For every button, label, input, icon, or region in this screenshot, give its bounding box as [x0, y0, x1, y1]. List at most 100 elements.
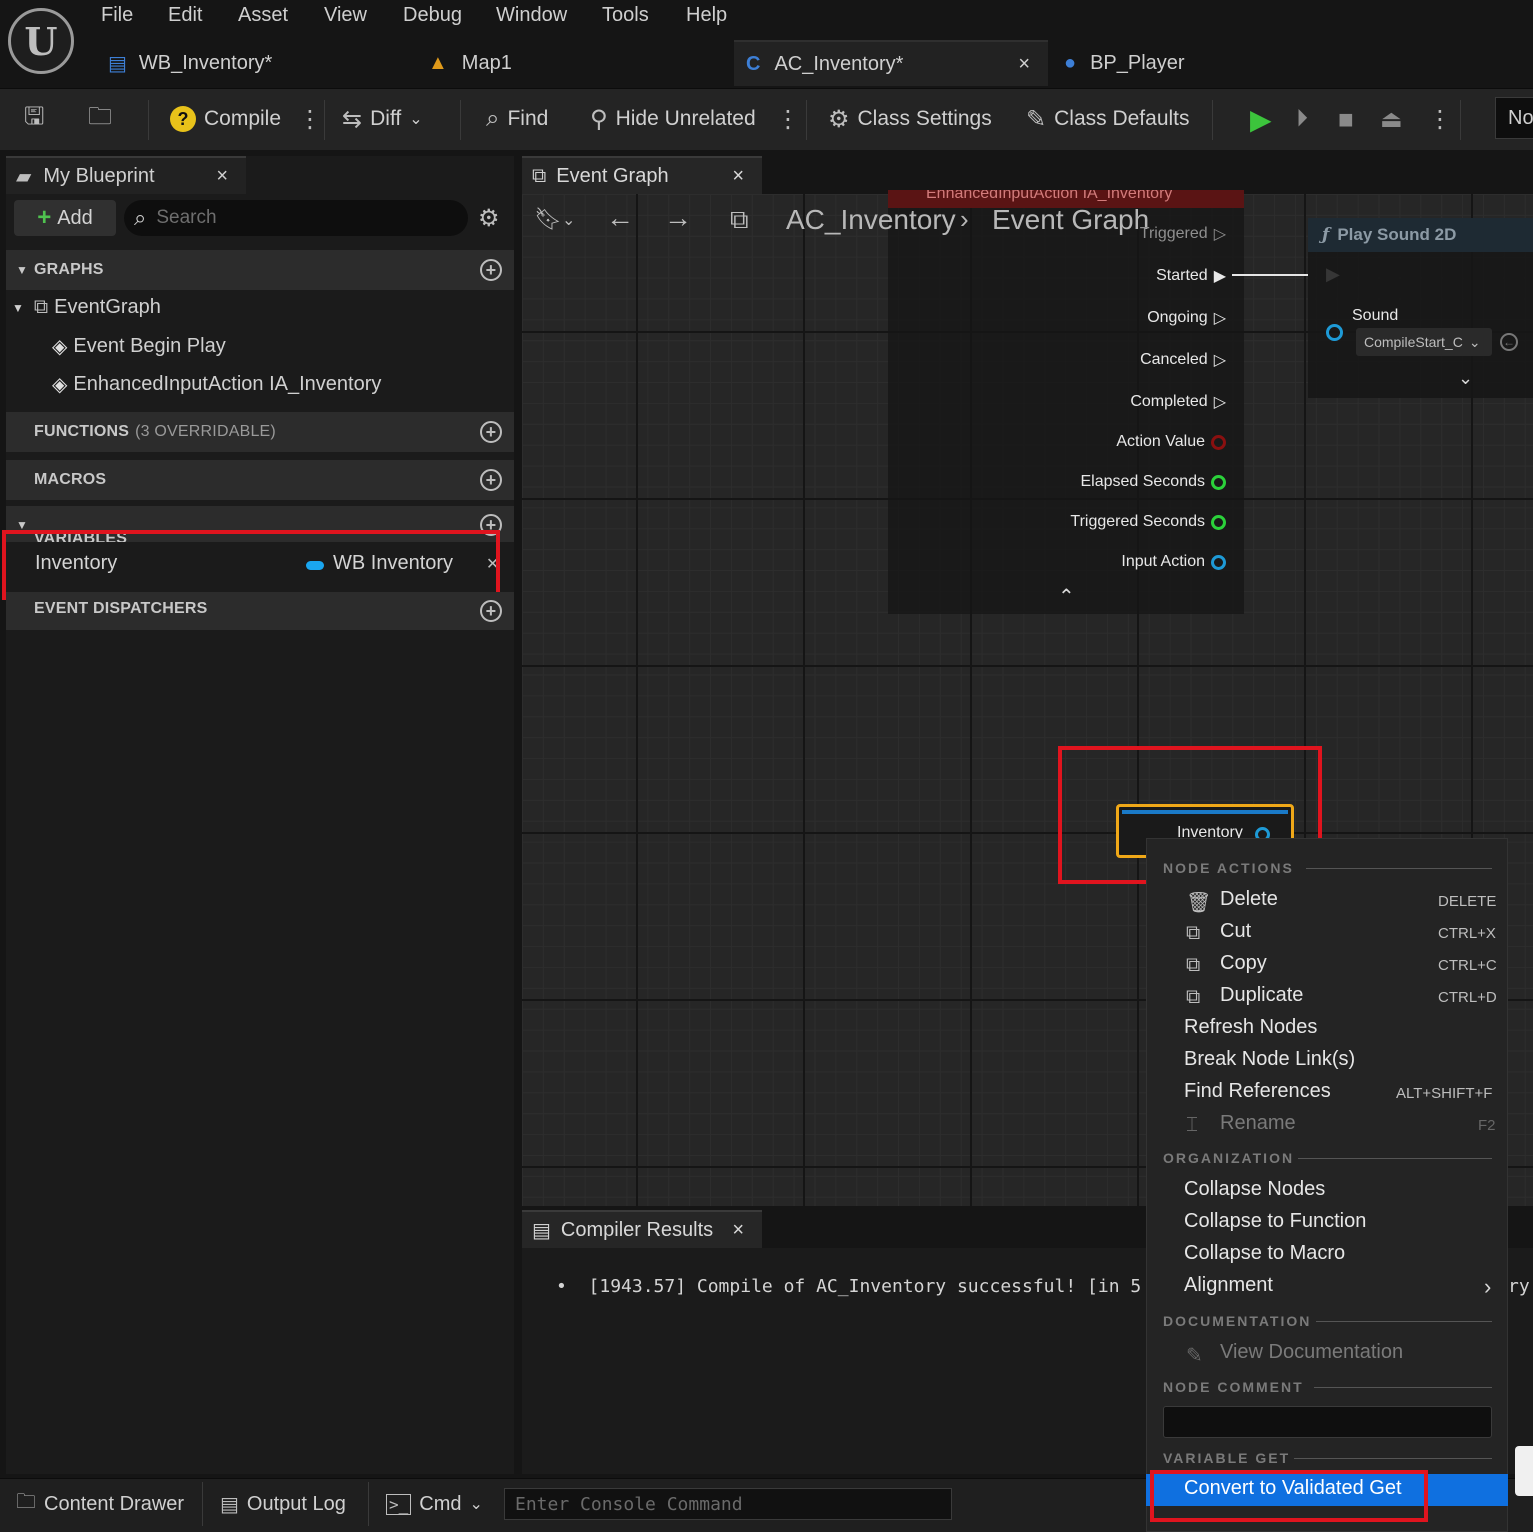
add-function-icon[interactable]: + — [480, 421, 502, 443]
highlight-box-variable — [2, 530, 500, 600]
tab-my-blueprint[interactable]: ▰ My Blueprint × — [6, 156, 246, 194]
doc-tab-wb-inventory[interactable]: ▤ WB_Inventory* — [96, 40, 416, 86]
use-selected-asset-icon[interactable]: ← — [1500, 333, 1518, 351]
gear-icon[interactable]: ⚙ — [478, 204, 500, 233]
expand-chevron-down-icon[interactable]: ⌄ — [1458, 368, 1473, 389]
pin-ongoing[interactable]: Ongoing ▷ — [1120, 308, 1226, 328]
step-icon[interactable]: ⏵ — [1296, 88, 1308, 150]
pin-started[interactable]: Started ▶ — [1136, 266, 1226, 286]
tree-item-eventgraph[interactable]: ▼ ⧉ EventGraph — [12, 296, 161, 319]
statusbar-divider — [368, 1482, 369, 1526]
doc-tab-map1[interactable]: ▲ Map1 — [416, 40, 734, 86]
node-comment-input[interactable] — [1163, 1406, 1492, 1438]
section-title: ORGANIZATION — [1163, 1150, 1295, 1166]
hide-unrelated-options-kebab[interactable]: ⋮ — [776, 88, 800, 150]
sound-asset-dropdown[interactable]: CompileStart_C ⌄ — [1356, 328, 1492, 356]
close-icon[interactable]: × — [1018, 53, 1030, 76]
section-rule — [1314, 1387, 1492, 1388]
output-log-button[interactable]: ▤ Output Log — [220, 1478, 346, 1530]
pin-triggered[interactable]: Triggered ▷ — [1136, 224, 1226, 244]
cmd-dropdown[interactable]: >_ Cmd ⌄ — [386, 1478, 483, 1530]
menu-item-alignment[interactable]: Alignment — [1184, 1274, 1273, 1297]
menu-item-collapse-to-macro[interactable]: Collapse to Macro — [1184, 1242, 1345, 1265]
menu-debug[interactable]: Debug — [403, 4, 462, 27]
search-input[interactable]: ⌕ Search — [124, 200, 468, 236]
menu-item-refresh-nodes[interactable]: Refresh Nodes — [1184, 1016, 1317, 1039]
menu-item-duplicate[interactable]: Duplicate — [1220, 984, 1303, 1007]
menu-tools[interactable]: Tools — [602, 4, 649, 27]
menu-help[interactable]: Help — [686, 4, 727, 27]
class-defaults-button[interactable]: ✎ Class Defaults — [1026, 88, 1190, 150]
compiler-log-line[interactable]: • [1943.57] Compile of AC_Inventory succ… — [556, 1276, 1141, 1297]
content-drawer-button[interactable]: 🗀 Content Drawer — [16, 1478, 184, 1530]
menu-item-break-node-links[interactable]: Break Node Link(s) — [1184, 1048, 1355, 1071]
diff-button[interactable]: ⇆ Diff ⌄ — [342, 88, 423, 150]
menu-section-node-actions: NODE ACTIONS — [1163, 860, 1294, 876]
menu-edit[interactable]: Edit — [168, 4, 202, 27]
close-icon[interactable]: × — [732, 1219, 744, 1242]
compile-options-kebab[interactable]: ⋮ — [298, 88, 322, 150]
pin-triggered-seconds[interactable]: Triggered Seconds — [1010, 513, 1226, 531]
tree-item-event-begin-play[interactable]: ◈ Event Begin Play — [52, 334, 226, 359]
toolbar-divider — [1460, 100, 1461, 140]
play-options-kebab[interactable]: ⋮ — [1428, 88, 1452, 150]
find-button[interactable]: ⌕ Find — [486, 88, 548, 150]
pin-elapsed-seconds[interactable]: Elapsed Seconds — [1020, 473, 1226, 491]
section-title: DOCUMENTATION — [1163, 1313, 1312, 1329]
diff-icon: ⇆ — [342, 105, 363, 133]
menu-item-cut[interactable]: Cut — [1220, 920, 1251, 943]
graphs-section-header[interactable]: ▼ GRAPHS + — [6, 250, 514, 290]
blueprint-icon: ▰ — [16, 165, 32, 188]
exec-wire — [1232, 274, 1308, 276]
forward-arrow-icon[interactable]: → — [664, 202, 692, 234]
menu-window[interactable]: Window — [496, 4, 567, 27]
play-icon[interactable]: ▶ — [1250, 88, 1272, 150]
search-placeholder: Search — [156, 207, 217, 228]
menu-item-collapse-to-function[interactable]: Collapse to Function — [1184, 1210, 1366, 1233]
breadcrumb-root[interactable]: AC_Inventory — [786, 204, 956, 236]
collapse-chevron-up-icon[interactable]: ⌃ — [1058, 584, 1075, 609]
back-arrow-icon[interactable]: ← — [606, 202, 634, 234]
compile-button[interactable]: ? Compile — [170, 88, 281, 150]
doc-tab-ac-inventory[interactable]: C AC_Inventory* × — [734, 40, 1048, 86]
hide-unrelated-button[interactable]: ⚲ Hide Unrelated — [590, 88, 756, 150]
pin-action-value[interactable]: Action Value — [1060, 433, 1226, 451]
event-dispatchers-section-header[interactable]: EVENT DISPATCHERS + — [6, 592, 514, 630]
doc-tab-bp-player[interactable]: ● BP_Player — [1052, 40, 1352, 86]
menu-item-find-references[interactable]: Find References — [1184, 1080, 1331, 1103]
save-button[interactable]: 🖫 — [24, 88, 44, 150]
add-graph-icon[interactable]: + — [480, 259, 502, 281]
menu-item-delete[interactable]: Delete — [1220, 888, 1278, 911]
chevron-down-icon[interactable]: ⌄ — [562, 210, 575, 230]
functions-section-header[interactable]: FUNCTIONS (3 OVERRIDABLE) + — [6, 412, 514, 452]
close-icon[interactable]: × — [216, 165, 228, 188]
close-icon[interactable]: × — [732, 165, 744, 188]
add-dispatcher-icon[interactable]: + — [480, 600, 502, 622]
add-macro-icon[interactable]: + — [480, 469, 502, 491]
unreal-logo-icon[interactable]: U — [8, 8, 74, 74]
macros-section-header[interactable]: MACROS + — [6, 460, 514, 500]
console-command-input[interactable]: Enter Console Command — [504, 1488, 952, 1520]
sound-pin-icon[interactable] — [1326, 324, 1343, 341]
pin-completed[interactable]: Completed ▷ — [1100, 392, 1226, 412]
pin-input-action[interactable]: Input Action — [1060, 553, 1226, 571]
menu-item-rename: Rename — [1220, 1112, 1296, 1134]
menu-item-copy[interactable]: Copy — [1220, 952, 1267, 975]
tab-compiler-results[interactable]: ▤ Compiler Results × — [522, 1210, 762, 1248]
bookmark-icon[interactable]: 🔖︎ — [534, 206, 562, 232]
menu-file[interactable]: File — [101, 4, 133, 27]
menu-asset[interactable]: Asset — [238, 4, 288, 27]
menu-item-collapse-nodes[interactable]: Collapse Nodes — [1184, 1178, 1325, 1201]
eject-icon[interactable]: ⏏ — [1380, 88, 1403, 150]
documentation-icon: ✎ — [1186, 1345, 1203, 1367]
menu-view[interactable]: View — [324, 4, 367, 27]
tab-event-graph[interactable]: ⧉ Event Graph × — [522, 156, 762, 194]
browse-button[interactable]: 🗀 — [88, 88, 112, 150]
add-button[interactable]: + Add — [14, 200, 116, 236]
pin-canceled[interactable]: Canceled ▷ — [1110, 350, 1226, 370]
class-settings-button[interactable]: ⚙ Class Settings — [828, 88, 992, 150]
tree-item-enhanced-input-action[interactable]: ◈ EnhancedInputAction IA_Inventory — [52, 372, 381, 397]
stop-icon[interactable]: ■ — [1338, 88, 1354, 150]
debug-object-dropdown[interactable]: No — [1495, 97, 1533, 139]
menu-item-view-documentation: View Documentation — [1220, 1341, 1404, 1363]
